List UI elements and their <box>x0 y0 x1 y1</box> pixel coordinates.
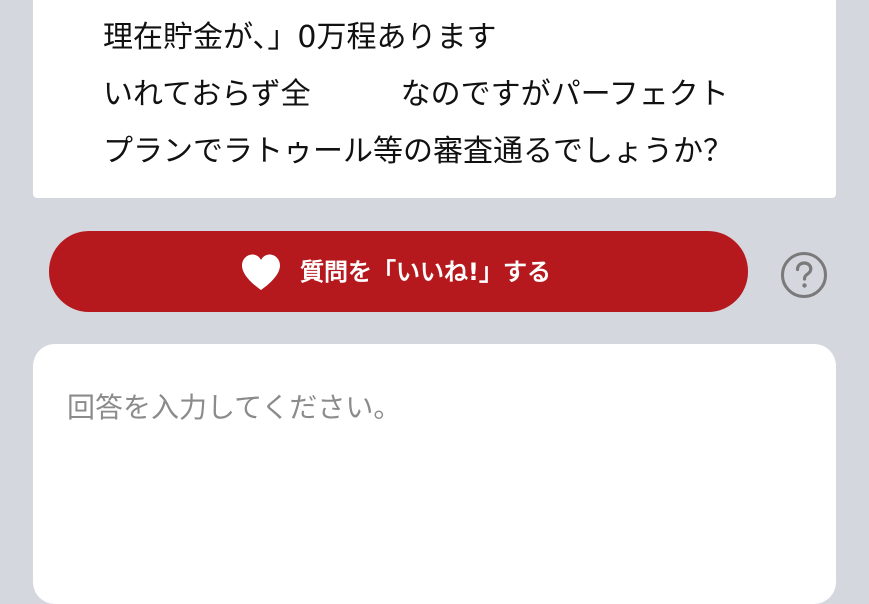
answer-box <box>33 344 836 604</box>
question-text-line: 理在貯金が、」0万程あります <box>103 20 497 55</box>
like-question-button[interactable]: 質問を「いいね!」する <box>49 231 748 312</box>
question-circle-icon[interactable] <box>780 251 828 299</box>
answer-input[interactable] <box>67 390 797 570</box>
heart-icon <box>242 254 281 290</box>
question-text-line: プランでラトゥール等の審査通るでしょうか？ <box>103 134 733 169</box>
like-button-label: 質問を「いいね!」する <box>300 257 551 286</box>
question-body: 理在貯金が、」0万程あります いれておらず全 なのですがパーフェクト プランでラ… <box>33 0 836 198</box>
question-text-line: いれておらず全 なのですがパーフェクト <box>103 77 729 112</box>
like-button-content: 質問を「いいね!」する <box>240 253 551 291</box>
